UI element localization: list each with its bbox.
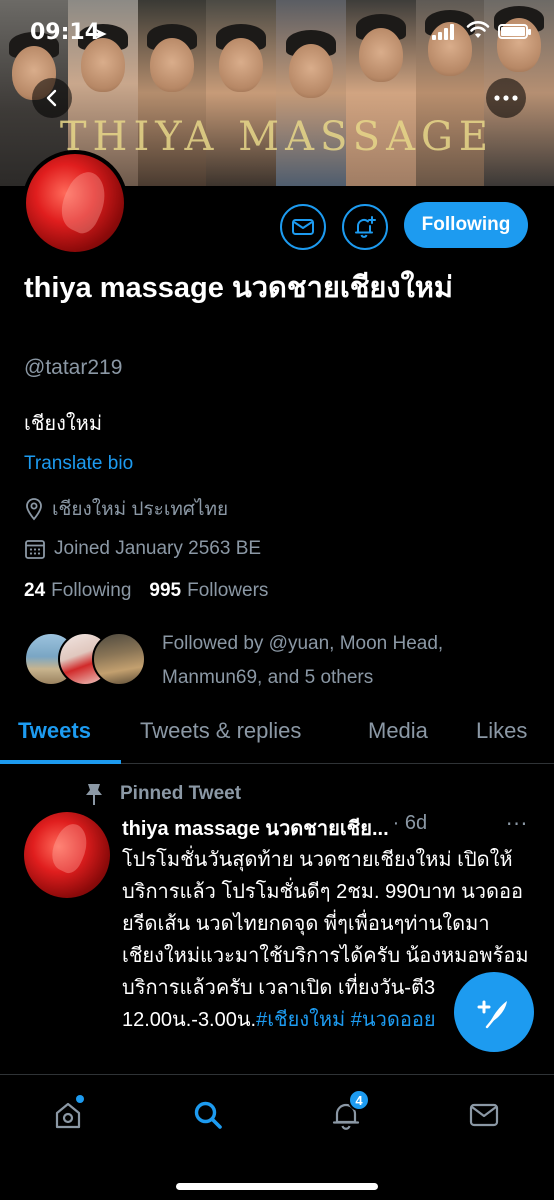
nav-search[interactable]	[188, 1095, 228, 1135]
more-dots-icon	[494, 95, 518, 101]
join-date-text: Joined January 2563 BE	[54, 538, 262, 559]
calendar-icon	[25, 540, 45, 559]
follow-counts: 24 Following 995 Followers	[24, 580, 268, 602]
tweet-author-name[interactable]: thiya massage นวดชายเชีย...	[122, 812, 389, 844]
active-tab-indicator	[0, 760, 121, 764]
wifi-icon	[466, 21, 490, 38]
notification-badge: 4	[348, 1089, 370, 1111]
followers-count: 995	[149, 580, 182, 601]
followers-count-link[interactable]: 995 Followers	[149, 580, 268, 602]
nav-messages[interactable]	[464, 1095, 504, 1135]
followers-label: Followers	[187, 580, 269, 601]
follower-avatar	[92, 632, 146, 686]
tweet-hashtags[interactable]: #เชียงใหม่ #นวดออย	[256, 1009, 435, 1031]
status-bar: 09:14 ➤	[0, 0, 554, 60]
profile-tabs: Tweets Tweets & replies Media Likes	[0, 708, 554, 764]
translate-bio-link[interactable]: Translate bio	[24, 453, 133, 475]
profile-bio: เชียงใหม่	[24, 413, 103, 435]
followed-by-avatars[interactable]	[24, 632, 148, 688]
tweet-more-button[interactable]: ···	[506, 812, 528, 836]
location-text: เชียงใหม่ ประเทศไทย	[52, 499, 229, 520]
bell-plus-icon	[355, 216, 376, 238]
following-button[interactable]: Following	[404, 202, 528, 248]
location-arrow-icon: ➤	[94, 24, 108, 43]
compose-tweet-button[interactable]	[454, 972, 534, 1052]
nav-notifications[interactable]: 4	[326, 1089, 370, 1135]
profile-join-date: Joined January 2563 BE	[24, 536, 261, 562]
profile-display-name: thiya massage นวดชายเชียงใหม่	[24, 272, 453, 304]
feather-plus-icon	[477, 1000, 507, 1029]
cellular-signal-icon	[432, 24, 458, 40]
tab-tweets-replies[interactable]: Tweets & replies	[140, 718, 301, 744]
pin-icon	[86, 784, 102, 805]
chevron-left-icon	[46, 89, 57, 107]
tweet-header: thiya massage นวดชายเชีย... · 6d	[122, 812, 532, 844]
battery-icon	[498, 24, 531, 39]
tab-likes[interactable]: Likes	[476, 718, 527, 744]
message-button[interactable]	[280, 204, 326, 250]
notifications-subscribe-button[interactable]	[342, 204, 388, 250]
profile-location: เชียงใหม่ ประเทศไทย	[24, 496, 228, 522]
home-icon	[55, 1102, 81, 1129]
location-pin-icon	[26, 498, 42, 521]
tab-media[interactable]: Media	[368, 718, 428, 744]
bottom-navigation: 4	[0, 1074, 554, 1200]
followed-by-text[interactable]: Followed by @yuan, Moon Head, Manmun69, …	[162, 627, 522, 695]
tweet-author-avatar[interactable]	[24, 812, 110, 898]
tweet-timestamp: · 6d	[392, 812, 428, 834]
pinned-tweet-label: Pinned Tweet	[84, 782, 241, 806]
home-indicator[interactable]	[176, 1183, 378, 1190]
envelope-icon	[292, 219, 314, 235]
status-time: 09:14	[30, 20, 101, 45]
pinned-text: Pinned Tweet	[120, 783, 242, 804]
following-count: 24	[24, 580, 46, 601]
more-options-button[interactable]	[486, 78, 526, 118]
home-unread-dot	[76, 1095, 84, 1103]
tab-tweets[interactable]: Tweets	[18, 718, 91, 744]
profile-avatar[interactable]	[22, 150, 128, 256]
envelope-icon	[469, 1103, 499, 1127]
profile-handle: @tatar219	[24, 356, 123, 379]
back-button[interactable]	[32, 78, 72, 118]
following-label: Following	[51, 580, 132, 601]
following-count-link[interactable]: 24 Following	[24, 580, 131, 602]
search-icon	[194, 1101, 222, 1129]
nav-home[interactable]	[48, 1095, 88, 1135]
